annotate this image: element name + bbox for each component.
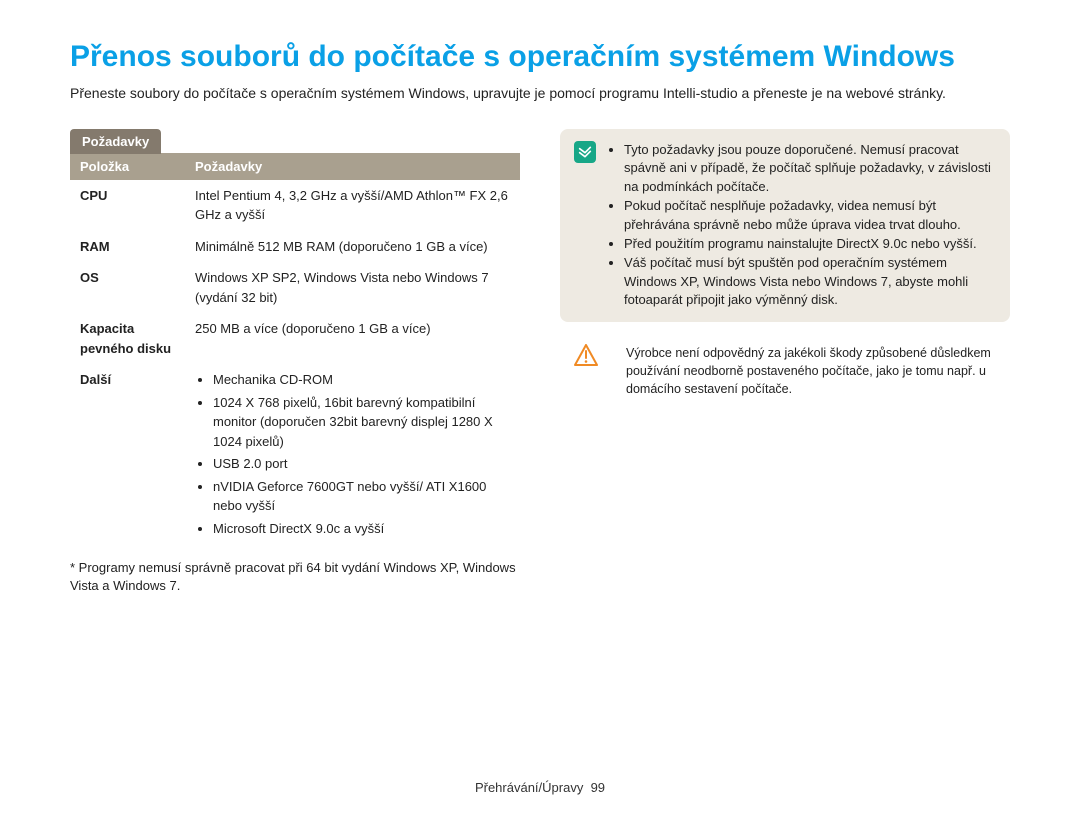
table-row: Další Mechanika CD-ROM 1024 X 768 pixelů… — [70, 364, 520, 547]
warning-text: Výrobce není odpovědný za jakékoli škody… — [610, 344, 996, 398]
row-val-cpu: Intel Pentium 4, 3,2 GHz a vyšší/AMD Ath… — [185, 180, 520, 231]
page-footer: Přehrávání/Úpravy 99 — [0, 780, 1080, 795]
section-label: Požadavky — [70, 129, 161, 154]
row-val-os: Windows XP SP2, Windows Vista nebo Windo… — [185, 262, 520, 313]
row-val-disk: 250 MB a více (doporučeno 1 GB a více) — [185, 313, 520, 364]
warning-box: Výrobce není odpovědný za jakékoli škody… — [560, 340, 1010, 402]
warning-icon — [574, 344, 598, 366]
list-item: Mechanika CD-ROM — [213, 370, 510, 390]
list-item: Před použitím programu nainstalujte Dire… — [624, 235, 996, 254]
note-box: Tyto požadavky jsou pouze doporučené. Ne… — [560, 129, 1010, 323]
table-row: Kapacita pevného disku 250 MB a více (do… — [70, 313, 520, 364]
footer-section: Přehrávání/Úpravy — [475, 780, 583, 795]
list-item: Váš počítač musí být spuštěn pod operačn… — [624, 254, 996, 311]
list-item: Microsoft DirectX 9.0c a vyšší — [213, 519, 510, 539]
footnote: * Programy nemusí správně pracovat při 6… — [70, 559, 520, 595]
note-list: Tyto požadavky jsou pouze doporučené. Ne… — [608, 141, 996, 311]
table-row: OS Windows XP SP2, Windows Vista nebo Wi… — [70, 262, 520, 313]
page-title: Přenos souborů do počítače s operačním s… — [70, 40, 1010, 74]
right-column: Tyto požadavky jsou pouze doporučené. Ne… — [560, 129, 1010, 596]
list-item: USB 2.0 port — [213, 454, 510, 474]
list-item: nVIDIA Geforce 7600GT nebo vyšší/ ATI X1… — [213, 477, 510, 516]
row-val-others: Mechanika CD-ROM 1024 X 768 pixelů, 16bi… — [185, 364, 520, 547]
table-header-row: Položka Požadavky — [70, 153, 520, 180]
th-item: Položka — [70, 153, 185, 180]
intro-text: Přeneste soubory do počítače s operačním… — [70, 84, 1010, 104]
requirements-table: Položka Požadavky CPU Intel Pentium 4, 3… — [70, 153, 520, 548]
row-label-cpu: CPU — [70, 180, 185, 231]
row-label-ram: RAM — [70, 231, 185, 263]
row-label-disk: Kapacita pevného disku — [70, 313, 185, 364]
th-req: Požadavky — [185, 153, 520, 180]
table-row: RAM Minimálně 512 MB RAM (doporučeno 1 G… — [70, 231, 520, 263]
row-label-others: Další — [70, 364, 185, 547]
list-item: Pokud počítač nesplňuje požadavky, videa… — [624, 197, 996, 235]
footer-page-number: 99 — [591, 780, 605, 795]
note-icon — [574, 141, 596, 163]
others-list: Mechanika CD-ROM 1024 X 768 pixelů, 16bi… — [195, 370, 510, 538]
table-row: CPU Intel Pentium 4, 3,2 GHz a vyšší/AMD… — [70, 180, 520, 231]
left-column: Požadavky Položka Požadavky CPU Intel Pe… — [70, 129, 520, 596]
list-item: 1024 X 768 pixelů, 16bit barevný kompati… — [213, 393, 510, 452]
list-item: Tyto požadavky jsou pouze doporučené. Ne… — [624, 141, 996, 198]
row-val-ram: Minimálně 512 MB RAM (doporučeno 1 GB a … — [185, 231, 520, 263]
row-label-os: OS — [70, 262, 185, 313]
manual-page: Přenos souborů do počítače s operačním s… — [0, 0, 1080, 815]
two-column-layout: Požadavky Položka Požadavky CPU Intel Pe… — [70, 129, 1010, 596]
